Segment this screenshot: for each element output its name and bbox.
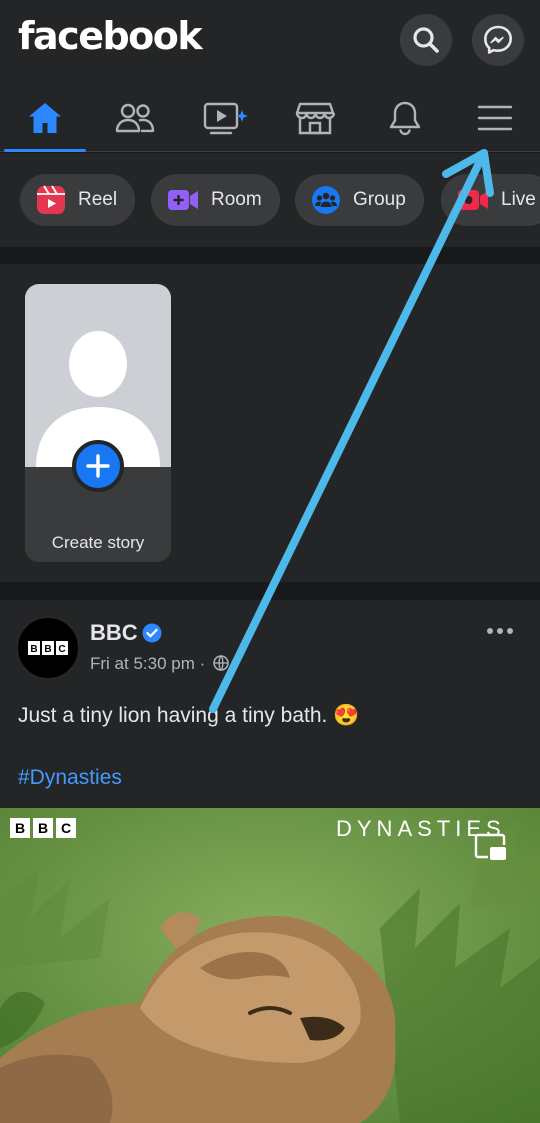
bell-icon bbox=[389, 101, 421, 136]
nav-bar bbox=[0, 84, 540, 152]
chip-reel[interactable]: Reel bbox=[20, 174, 136, 226]
live-icon bbox=[457, 188, 489, 212]
create-story-card[interactable]: Create story bbox=[25, 284, 171, 562]
group-icon bbox=[311, 185, 341, 215]
facebook-logo[interactable]: facebook bbox=[18, 14, 203, 58]
top-bar: facebook bbox=[0, 0, 540, 84]
chip-live[interactable]: Live bbox=[441, 174, 540, 226]
feed-post: B B C BBC Fri at 5:30 pm · Just a tiny l… bbox=[0, 600, 540, 1123]
plus-icon bbox=[86, 454, 110, 478]
marketplace-icon bbox=[295, 102, 335, 135]
menu-icon bbox=[477, 105, 513, 131]
avatar-letter-b1: B bbox=[30, 644, 37, 655]
wm-letter: B bbox=[10, 818, 30, 838]
tab-marketplace[interactable] bbox=[270, 84, 360, 152]
wm-letter: C bbox=[56, 818, 76, 838]
tab-notifications[interactable] bbox=[360, 84, 450, 152]
add-story-button[interactable] bbox=[72, 440, 124, 492]
avatar-letter-c: C bbox=[58, 644, 65, 655]
search-button[interactable] bbox=[400, 14, 452, 66]
chip-label: Reel bbox=[78, 189, 118, 210]
tab-home[interactable] bbox=[0, 84, 90, 152]
post-author[interactable]: BBC bbox=[90, 620, 138, 646]
tab-friends[interactable] bbox=[90, 84, 180, 152]
chip-label: Room bbox=[211, 189, 262, 210]
chip-label: Group bbox=[353, 189, 406, 210]
verified-badge-icon bbox=[142, 623, 162, 643]
post-text: Just a tiny lion having a tiny bath. 😍 bbox=[18, 704, 360, 727]
home-icon bbox=[29, 103, 61, 133]
avatar-letter-b2: B bbox=[44, 644, 51, 655]
chip-room[interactable]: Room bbox=[151, 174, 280, 226]
messenger-button[interactable] bbox=[472, 14, 524, 66]
stories-section: Create story bbox=[0, 264, 540, 582]
lion-cub-image bbox=[0, 808, 540, 1123]
bbc-watermark: BBC bbox=[10, 818, 76, 838]
tab-menu[interactable] bbox=[450, 84, 540, 152]
post-time[interactable]: Fri at 5:30 pm · bbox=[90, 654, 205, 673]
friends-icon bbox=[115, 103, 155, 133]
more-options-button[interactable] bbox=[486, 616, 514, 642]
room-icon bbox=[167, 188, 199, 212]
post-meta: Fri at 5:30 pm · bbox=[90, 654, 229, 674]
chip-label: Live bbox=[501, 189, 536, 210]
more-icon bbox=[487, 628, 513, 634]
tab-video[interactable] bbox=[180, 84, 270, 152]
bbc-avatar-logo: B B C bbox=[28, 641, 68, 655]
create-chips-bar: Reel Room Group Live bbox=[0, 153, 540, 247]
picture-in-picture-icon[interactable] bbox=[474, 832, 508, 862]
create-story-label: Create story bbox=[51, 533, 145, 552]
search-icon bbox=[413, 27, 439, 53]
chip-group[interactable]: Group bbox=[295, 174, 424, 226]
hashtag-link[interactable]: #Dynasties bbox=[18, 766, 122, 790]
post-video[interactable]: BBC DYNASTIES bbox=[0, 808, 540, 1123]
avatar[interactable]: B B C bbox=[18, 618, 78, 678]
globe-icon bbox=[213, 655, 229, 671]
wm-letter: B bbox=[33, 818, 53, 838]
video-icon bbox=[203, 102, 248, 135]
messenger-icon bbox=[484, 25, 512, 54]
reel-icon bbox=[36, 185, 66, 215]
